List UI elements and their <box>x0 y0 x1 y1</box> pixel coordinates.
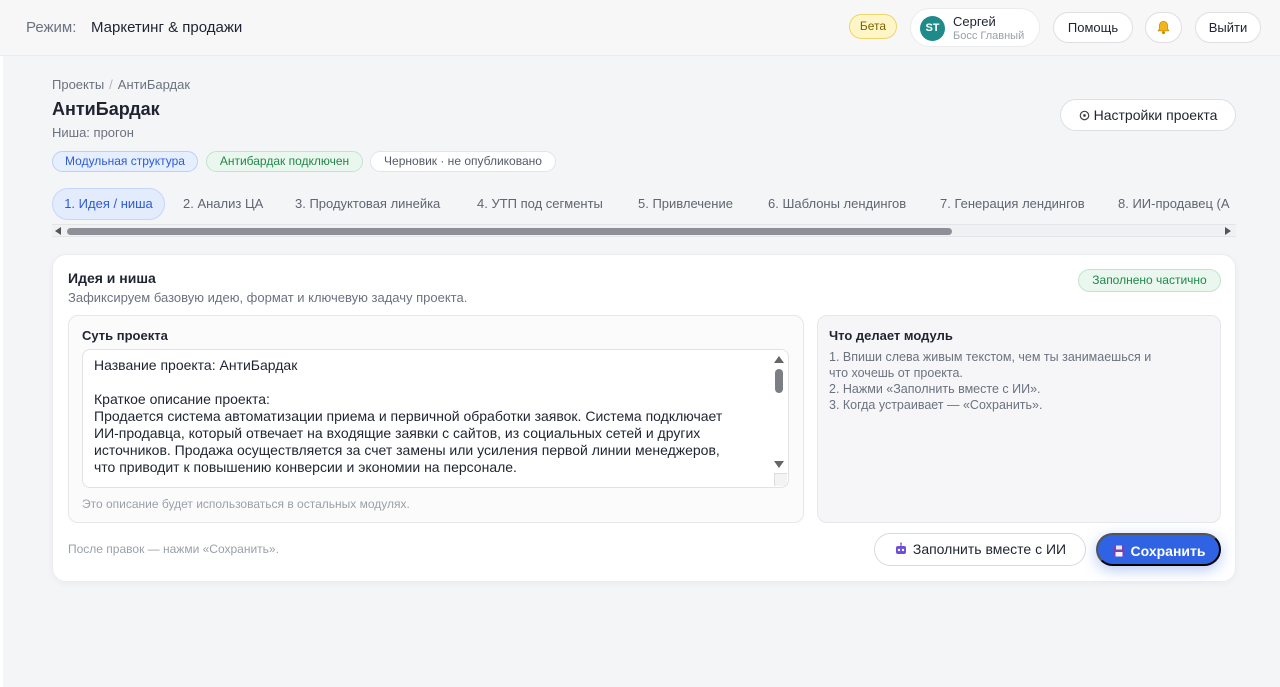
essence-textarea[interactable]: Название проекта: АнтиБардак Краткое опи… <box>82 349 789 488</box>
status-badge: Заполнено частично <box>1078 269 1221 292</box>
essence-panel: Суть проекта Название проекта: АнтиБарда… <box>68 315 804 523</box>
essence-line: что приводит к повышению конверсии и эко… <box>94 459 517 475</box>
essence-hint: Это описание будет использоваться в оста… <box>82 497 410 511</box>
scroll-right-arrow-icon[interactable] <box>1225 227 1231 235</box>
tabs-scrollbar[interactable] <box>52 224 1236 237</box>
tab-idea[interactable]: 1. Идея / ниша <box>52 188 165 220</box>
mode-value[interactable]: Маркетинг & продажи <box>91 19 242 36</box>
project-niche: Ниша: прогон <box>52 125 134 140</box>
tab-acquisition[interactable]: 5. Привлечение <box>638 188 733 220</box>
module-step: 1. Впиши слева живым текстом, чем ты зан… <box>829 350 1152 364</box>
page-title: АнтиБардак <box>52 99 160 119</box>
robot-icon <box>895 542 906 554</box>
textarea-scroll-down-icon[interactable] <box>774 461 784 468</box>
scroll-left-arrow-icon[interactable] <box>55 227 61 235</box>
essence-line: Краткое описание проекта: <box>94 391 270 407</box>
mode-label: Режим: <box>26 19 77 36</box>
fill-with-ai-button[interactable]: Заполнить вместе с ИИ <box>874 533 1086 566</box>
breadcrumb-projects[interactable]: Проекты <box>52 77 104 92</box>
tab-audience[interactable]: 2. Анализ ЦА <box>183 188 263 220</box>
module-tabs: 1. Идея / ниша 2. Анализ ЦА 3. Продуктов… <box>52 188 1236 221</box>
user-menu[interactable]: ST Сергей Босс Главный <box>910 8 1040 47</box>
top-bar: Режим: Маркетинг & продажи Бета ST Серге… <box>0 0 1280 56</box>
module-info-label: Что делает модуль <box>829 328 953 343</box>
essence-line: Продается система автоматизации приема и… <box>94 408 723 424</box>
badge-draft: Черновик · не опубликовано <box>370 151 556 172</box>
tab-landing-generation[interactable]: 7. Генерация лендингов <box>940 188 1085 220</box>
fill-with-ai-label: Заполнить вместе с ИИ <box>912 541 1067 557</box>
resize-handle-icon[interactable] <box>774 473 787 486</box>
user-name: Сергей <box>953 14 996 29</box>
scrollbar-thumb[interactable] <box>67 228 952 235</box>
project-settings-label: Настройки проекта <box>1093 107 1218 123</box>
gear-icon <box>1079 110 1089 121</box>
avatar: ST <box>920 16 945 41</box>
save-button[interactable]: Сохранить <box>1096 533 1221 566</box>
essence-line: источников. Продажа осуществляется за сч… <box>94 442 720 458</box>
breadcrumb-current: АнтиБардак <box>117 77 191 92</box>
tab-ai-seller[interactable]: 8. ИИ-продавец (А <box>1118 188 1230 220</box>
help-button[interactable]: Помощь <box>1053 12 1133 43</box>
save-label: Сохранить <box>1130 543 1206 559</box>
tab-products[interactable]: 3. Продуктовая линейка <box>295 188 440 220</box>
idea-card: Идея и ниша Зафиксируем базовую идею, фо… <box>52 254 1236 582</box>
essence-line: ИИ-продавца, который отвечает на входящи… <box>94 425 701 441</box>
card-title: Идея и ниша <box>68 270 156 286</box>
module-step: 2. Нажми «Заполнить вместе с ИИ». <box>829 382 1041 396</box>
tab-usp[interactable]: 4. УТП под сегменты <box>477 188 603 220</box>
card-subtitle: Зафиксируем базовую идею, формат и ключе… <box>68 290 468 305</box>
user-role: Босс Главный <box>953 30 1025 42</box>
module-steps: 1. Впиши слева живым текстом, чем ты зан… <box>829 349 1209 413</box>
module-step: 3. Когда устраивает — «Сохранить». <box>829 398 1043 412</box>
essence-line-blank <box>94 374 756 391</box>
module-info-panel: Что делает модуль 1. Впиши слева живым т… <box>817 315 1221 523</box>
badge-modular: Модульная структура <box>52 151 198 172</box>
essence-line: Название проекта: АнтиБардак <box>94 357 298 373</box>
textarea-scroll-thumb[interactable] <box>775 369 783 393</box>
badge-connected: Антибардак подключен <box>206 151 363 172</box>
beta-badge: Бета <box>849 14 897 39</box>
breadcrumb: Проекты / АнтиБардак <box>52 77 191 92</box>
project-settings-button[interactable]: Настройки проекта <box>1060 99 1236 131</box>
tab-landing-templates[interactable]: 6. Шаблоны лендингов <box>768 188 906 220</box>
floppy-icon <box>1113 545 1125 557</box>
textarea-scroll-up-icon[interactable] <box>774 356 784 363</box>
bell-icon <box>1157 21 1170 35</box>
module-step: что хочешь от проекта. <box>829 366 963 380</box>
footer-hint: После правок — нажми «Сохранить». <box>68 542 279 556</box>
essence-label: Суть проекта <box>82 328 168 343</box>
logout-button[interactable]: Выйти <box>1195 12 1261 43</box>
notifications-button[interactable] <box>1145 12 1182 43</box>
